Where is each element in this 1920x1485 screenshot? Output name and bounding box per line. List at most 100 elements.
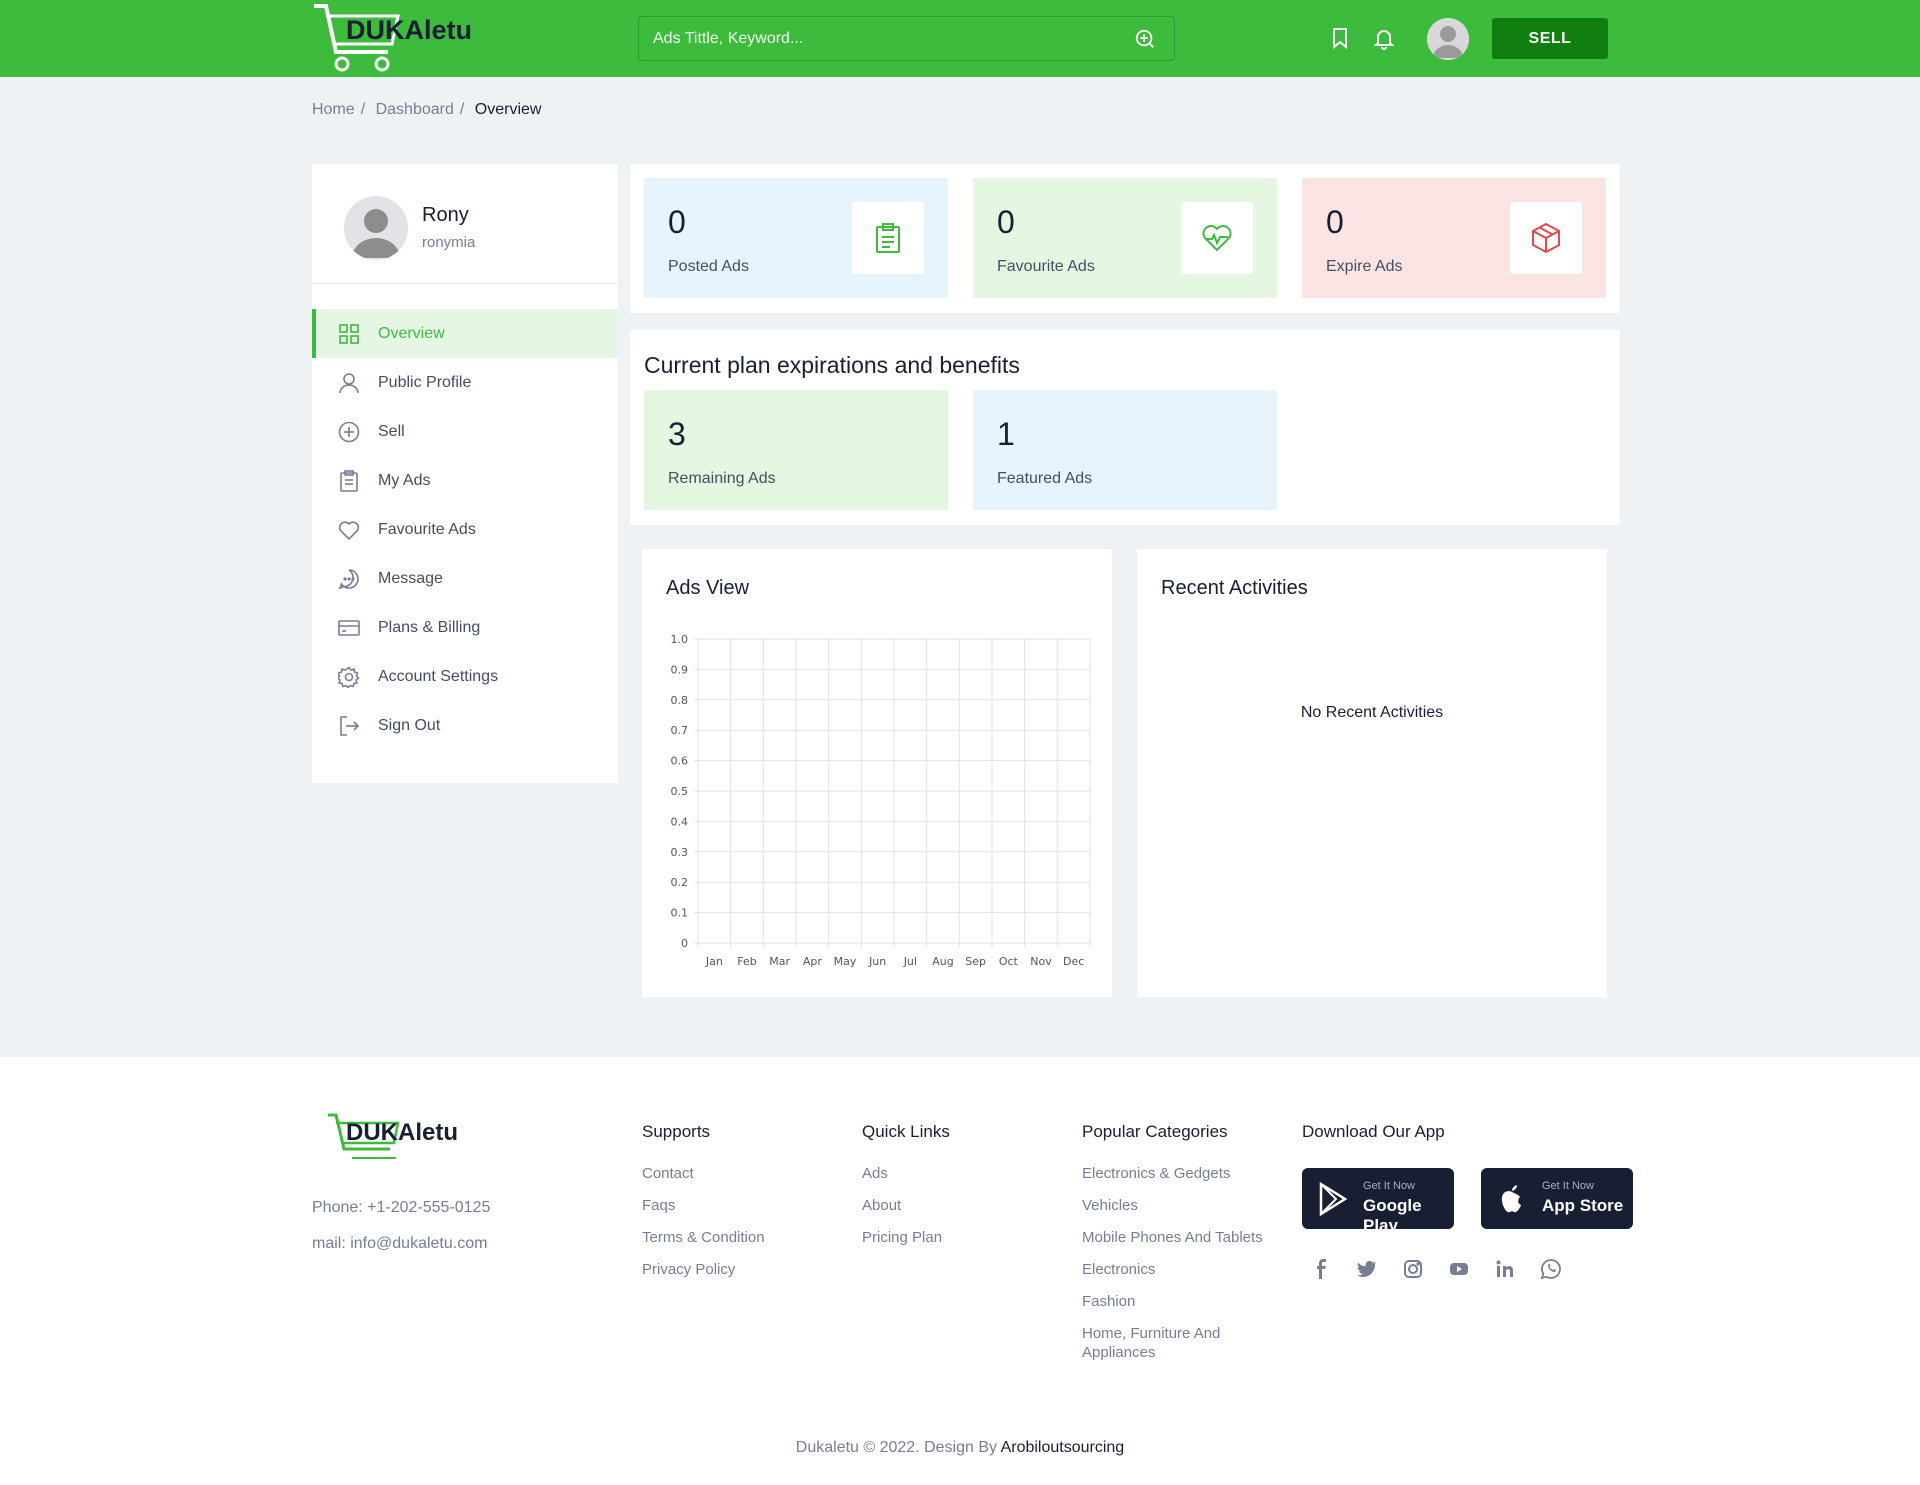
- footer-app-title: Download Our App: [1302, 1122, 1445, 1141]
- sidebar-item-overview[interactable]: Overview: [312, 309, 618, 358]
- google-play-button[interactable]: Get It Now Google Play: [1302, 1168, 1454, 1235]
- chart-x-tick-label: Jan: [705, 955, 723, 968]
- search-icon[interactable]: [1134, 28, 1156, 50]
- sidebar-item-sign-out[interactable]: Sign Out: [312, 701, 618, 750]
- designer-link[interactable]: Arobiloutsourcing: [1001, 1439, 1125, 1456]
- profile-avatar: [344, 196, 408, 260]
- breadcrumb-home[interactable]: Home: [312, 101, 355, 118]
- breadcrumb: Home / Dashboard / Overview: [312, 101, 542, 118]
- sell-button[interactable]: SELL: [1492, 18, 1608, 59]
- recent-activities-card: Recent Activities No Recent Activities: [1137, 549, 1607, 997]
- chart-y-tick-label: 0.3: [671, 846, 689, 859]
- ads-view-chart: 0 0.1 0.2 0.3 0.4 0.5 0.6 0.7 0.8 0.9 1.0 Jan Feb Mar…: [671, 633, 1091, 968]
- top-header: DUKAletu SELL: [0, 0, 1920, 77]
- search-bar: [638, 16, 1175, 61]
- clipboard-icon: [876, 223, 900, 253]
- footer-link-faqs[interactable]: Faqs: [642, 1196, 765, 1215]
- footer-link-category[interactable]: Vehicles: [1082, 1196, 1282, 1215]
- plan-title: Current plan expirations and benefits: [644, 352, 1020, 378]
- youtube-icon[interactable]: [1448, 1258, 1470, 1280]
- brand-logo[interactable]: DUKAletu: [312, 4, 498, 74]
- sidebar-item-sell[interactable]: Sell: [312, 407, 618, 456]
- stat-card-posted-ads: 0 Posted Ads: [644, 178, 948, 298]
- chart-x-tick-label: Jul: [903, 955, 917, 968]
- sidebar-item-message[interactable]: Message: [312, 554, 618, 603]
- footer-categories: Popular Categories Electronics & Gedgets…: [1082, 1122, 1282, 1375]
- chart-y-tick-label: 0.1: [671, 907, 689, 920]
- user-avatar[interactable]: [1427, 18, 1469, 60]
- sidebar-item-label: Account Settings: [378, 667, 499, 685]
- footer-link-category[interactable]: Electronics: [1082, 1260, 1282, 1279]
- copyright: Dukaletu © 2022. Design By Arobiloutsour…: [0, 1439, 1920, 1457]
- footer-quick-links-title: Quick Links: [862, 1122, 950, 1141]
- footer-link-privacy[interactable]: Privacy Policy: [642, 1260, 765, 1279]
- bell-icon[interactable]: [1372, 26, 1396, 50]
- sign-out-icon: [340, 716, 360, 736]
- instagram-icon[interactable]: [1402, 1258, 1424, 1280]
- chart-x-tick-label: Jun: [868, 955, 886, 968]
- plan-label: Featured Ads: [997, 470, 1093, 487]
- footer-link-about[interactable]: About: [862, 1196, 950, 1215]
- chart-x-tick-label: Feb: [737, 955, 756, 968]
- linkedin-icon[interactable]: [1494, 1258, 1516, 1280]
- sidebar-item-account-settings[interactable]: Account Settings: [312, 652, 618, 701]
- facebook-icon[interactable]: [1310, 1258, 1332, 1280]
- stat-card-favourite-ads: 0 Favourite Ads: [973, 178, 1277, 298]
- ads-view-card: Ads View 0 0.1 0.2 0.3 0.4 0.5 0.6 0.7 0.8 0.9 1.0…: [642, 549, 1112, 997]
- footer-link-contact[interactable]: Contact: [642, 1164, 765, 1183]
- profile-username: ronymia: [422, 234, 476, 251]
- twitter-icon[interactable]: [1356, 1258, 1378, 1280]
- sidebar-item-favourite-ads[interactable]: Favourite Ads: [312, 505, 618, 554]
- footer-mail[interactable]: mail: info@dukaletu.com: [312, 1235, 487, 1253]
- sidebar-item-label: Sign Out: [378, 716, 441, 734]
- chat-icon: [338, 569, 359, 590]
- search-input[interactable]: [653, 17, 1123, 60]
- sidebar-item-my-ads[interactable]: My Ads: [312, 456, 618, 505]
- sidebar-item-label: Plans & Billing: [378, 618, 481, 636]
- sidebar-item-public-profile[interactable]: Public Profile: [312, 358, 618, 407]
- footer-link-terms[interactable]: Terms & Condition: [642, 1228, 765, 1247]
- breadcrumb-dashboard[interactable]: Dashboard: [376, 101, 454, 118]
- footer-link-category[interactable]: Home, Furniture And Appliances: [1082, 1324, 1282, 1362]
- bookmark-icon[interactable]: [1328, 26, 1352, 50]
- box-icon: [1532, 222, 1560, 254]
- footer-phone[interactable]: Phone: +1-202-555-0125: [312, 1199, 490, 1217]
- footer-link-ads[interactable]: Ads: [862, 1164, 950, 1183]
- profile-name: Rony: [422, 204, 469, 226]
- chart-x-tick-label: Dec: [1063, 955, 1084, 968]
- copyright-text: Dukaletu © 2022. Design By: [795, 1439, 998, 1456]
- chart-y-tick-label: 0.6: [671, 755, 689, 768]
- plan-value: 1: [997, 416, 1015, 452]
- footer-link-category[interactable]: Mobile Phones And Tablets: [1082, 1228, 1282, 1247]
- stat-value: 0: [668, 204, 686, 240]
- store-big-label: Google Play: [1363, 1196, 1422, 1235]
- chart-y-tick-label: 0.5: [671, 785, 689, 798]
- app-store-button[interactable]: Get It Now App Store: [1481, 1168, 1633, 1229]
- footer-supports-title: Supports: [642, 1122, 711, 1141]
- plan-panel: Current plan expirations and benefits 3 …: [630, 330, 1620, 525]
- footer-quick-links: Quick Links Ads About Pricing Plan: [862, 1122, 950, 1260]
- stat-label: Expire Ads: [1326, 258, 1403, 275]
- dashboard-sidebar: Rony ronymia Overview Public Profile Sel…: [312, 164, 618, 783]
- whatsapp-icon[interactable]: [1540, 1258, 1562, 1280]
- sidebar-item-plans-billing[interactable]: Plans & Billing: [312, 603, 618, 652]
- clipboard-icon: [340, 470, 358, 492]
- chart-y-tick-label: 0.2: [671, 876, 689, 889]
- chart-x-tick-label: Sep: [965, 955, 986, 968]
- brand-logo-text: DUKAletu: [346, 15, 472, 45]
- stat-value: 0: [1326, 204, 1344, 240]
- footer-link-category[interactable]: Electronics & Gedgets: [1082, 1164, 1282, 1183]
- sidebar-item-label: Sell: [378, 422, 405, 440]
- footer-link-pricing[interactable]: Pricing Plan: [862, 1228, 950, 1247]
- stats-panel: 0 Posted Ads 0 Favourite Ads 0 Expire Ad…: [630, 164, 1620, 313]
- footer-app: Download Our App: [1302, 1122, 1445, 1164]
- chart-y-tick-label: 0.7: [671, 724, 689, 737]
- chart-x-tick-label: Oct: [999, 955, 1019, 968]
- footer-categories-title: Popular Categories: [1082, 1122, 1228, 1141]
- chart-x-tick-label: Nov: [1030, 955, 1052, 968]
- footer-link-category[interactable]: Fashion: [1082, 1292, 1282, 1311]
- recent-activities-empty: No Recent Activities: [1300, 704, 1444, 721]
- footer-logo[interactable]: DUKAletu: [326, 1113, 496, 1168]
- sidebar-item-label: Overview: [378, 324, 445, 342]
- store-small-label: Get It Now: [1542, 1180, 1594, 1192]
